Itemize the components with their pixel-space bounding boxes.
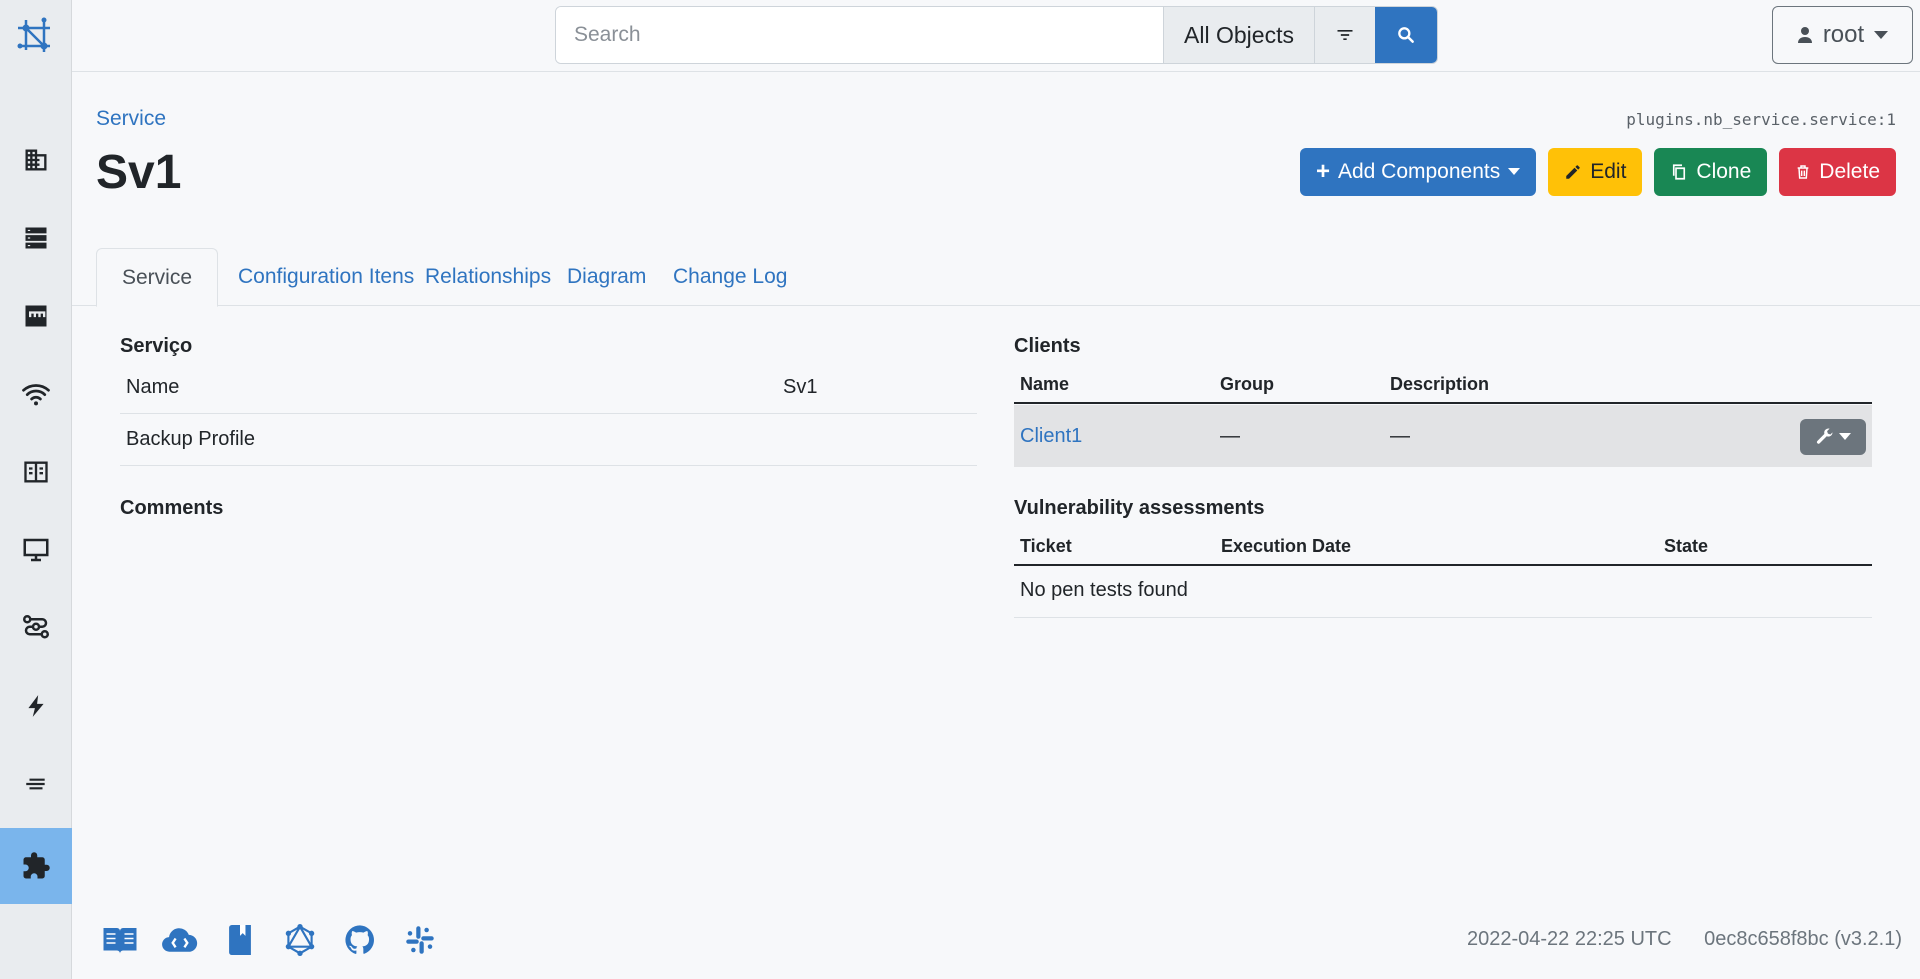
other-icon: [26, 778, 45, 790]
client-description: —: [1390, 424, 1410, 447]
trash-icon: [1797, 165, 1809, 179]
edit-button[interactable]: Edit: [1548, 148, 1643, 196]
github-link[interactable]: [340, 920, 380, 960]
vulnerability-table-header: Ticket Execution Date State: [1014, 530, 1872, 566]
delete-button[interactable]: Delete: [1779, 148, 1896, 196]
sidebar: [0, 0, 72, 979]
logo-icon: [17, 17, 50, 52]
search-input[interactable]: [556, 7, 1163, 63]
nav-ipam[interactable]: [0, 277, 72, 355]
user-name: root: [1822, 21, 1865, 48]
service-panel-title: Serviço: [120, 335, 193, 357]
api-docs-link[interactable]: [220, 920, 260, 960]
empty-row: No pen tests found: [1014, 563, 1872, 618]
graphql-link[interactable]: [280, 920, 320, 960]
add-components-button[interactable]: + Add Components: [1299, 148, 1537, 196]
topbar: All Objects root: [72, 0, 1920, 72]
clone-label: Clone: [1696, 160, 1752, 183]
slack-link[interactable]: [400, 920, 440, 960]
tab-bar: Service Configuration Itens Relationship…: [72, 248, 1920, 307]
graphql-icon: [285, 924, 315, 956]
search-bar: All Objects: [555, 6, 1438, 64]
action-buttons: + Add Components Edit Clone Delete: [1299, 148, 1896, 196]
table-row: Client1 — —: [1014, 405, 1872, 467]
docs-link[interactable]: [100, 920, 140, 960]
nav-virtualization[interactable]: [0, 511, 72, 589]
search-scope-label: All Objects: [1184, 21, 1294, 48]
footer-timestamp: 2022-04-22 22:25 UTC: [1467, 928, 1672, 950]
chevron-down-icon: [1508, 168, 1521, 175]
client-group: —: [1220, 424, 1240, 447]
plus-icon: +: [1315, 158, 1330, 185]
nav-other[interactable]: [0, 745, 72, 823]
column-header: Execution Date: [1221, 536, 1352, 556]
attribute-row-backup-profile: Backup Profile: [120, 414, 977, 466]
user-icon: [1797, 27, 1812, 43]
row-actions-button[interactable]: [1800, 419, 1866, 455]
search-button[interactable]: [1375, 7, 1437, 63]
clients-table-header: Name Group Description: [1014, 368, 1872, 404]
attribute-key: Name: [126, 376, 180, 398]
chevron-down-icon: [1839, 433, 1851, 440]
nav-organization[interactable]: [0, 121, 72, 199]
api-link[interactable]: [160, 920, 200, 960]
column-header: Group: [1220, 374, 1274, 394]
copy-icon: [1673, 164, 1686, 180]
nav-wireless[interactable]: [0, 355, 72, 433]
connections-icon: [22, 614, 50, 639]
devices-icon: [25, 227, 47, 249]
slack-icon: [406, 926, 434, 954]
footer-version: 0ec8c658f8bc (v3.2.1): [1704, 928, 1902, 950]
user-menu-button[interactable]: root: [1772, 6, 1913, 64]
tab-change-log[interactable]: Change Log: [648, 248, 812, 306]
client-link[interactable]: Client1: [1020, 425, 1082, 448]
netbox-logo[interactable]: [0, 0, 72, 72]
object-identifier: plugins.nb_service.service:1: [1626, 110, 1896, 129]
search-scope-select[interactable]: All Objects: [1163, 7, 1314, 63]
nav-circuits[interactable]: [0, 433, 72, 511]
power-icon: [28, 695, 44, 717]
clients-title: Clients: [1014, 335, 1081, 357]
column-header: Description: [1390, 374, 1490, 394]
wireless-icon: [22, 384, 50, 406]
column-header: Ticket: [1020, 536, 1072, 556]
nav-power[interactable]: [0, 667, 72, 745]
docs-icon: [103, 928, 137, 954]
nav-devices[interactable]: [0, 199, 72, 277]
virtualization-icon: [23, 538, 49, 562]
empty-message: No pen tests found: [1020, 578, 1188, 601]
nav-plugins[interactable]: [0, 828, 72, 904]
wrench-icon: [1816, 428, 1833, 444]
add-components-label: Add Components: [1337, 160, 1501, 183]
api-icon: [162, 928, 198, 952]
api-docs-icon: [229, 925, 251, 955]
page-title: Sv1: [96, 146, 182, 199]
column-header: State: [1664, 536, 1709, 556]
github-icon: [345, 925, 374, 954]
attribute-key: Backup Profile: [126, 428, 255, 450]
breadcrumb-service[interactable]: Service: [96, 107, 166, 131]
plugins-icon: [23, 852, 50, 879]
delete-label: Delete: [1819, 160, 1880, 183]
footer-links: [100, 920, 440, 960]
chevron-down-icon: [1874, 31, 1889, 39]
comments-title: Comments: [120, 497, 224, 519]
search-icon: [1398, 27, 1414, 43]
filter-button[interactable]: [1314, 7, 1375, 63]
pencil-icon: [1566, 165, 1580, 179]
tab-service[interactable]: Service: [96, 248, 219, 307]
organization-icon: [25, 149, 47, 171]
column-header: Name: [1020, 374, 1070, 394]
filter-icon: [1337, 30, 1353, 40]
attribute-row-name: Name Sv1: [120, 362, 977, 414]
ipam-icon: [25, 305, 47, 327]
edit-label: Edit: [1590, 160, 1627, 183]
attribute-value: Sv1: [783, 376, 818, 398]
circuits-icon: [24, 461, 48, 483]
vulnerability-title: Vulnerability assessments: [1014, 497, 1265, 519]
clone-button[interactable]: Clone: [1654, 148, 1768, 196]
nav-connections[interactable]: [0, 589, 72, 667]
